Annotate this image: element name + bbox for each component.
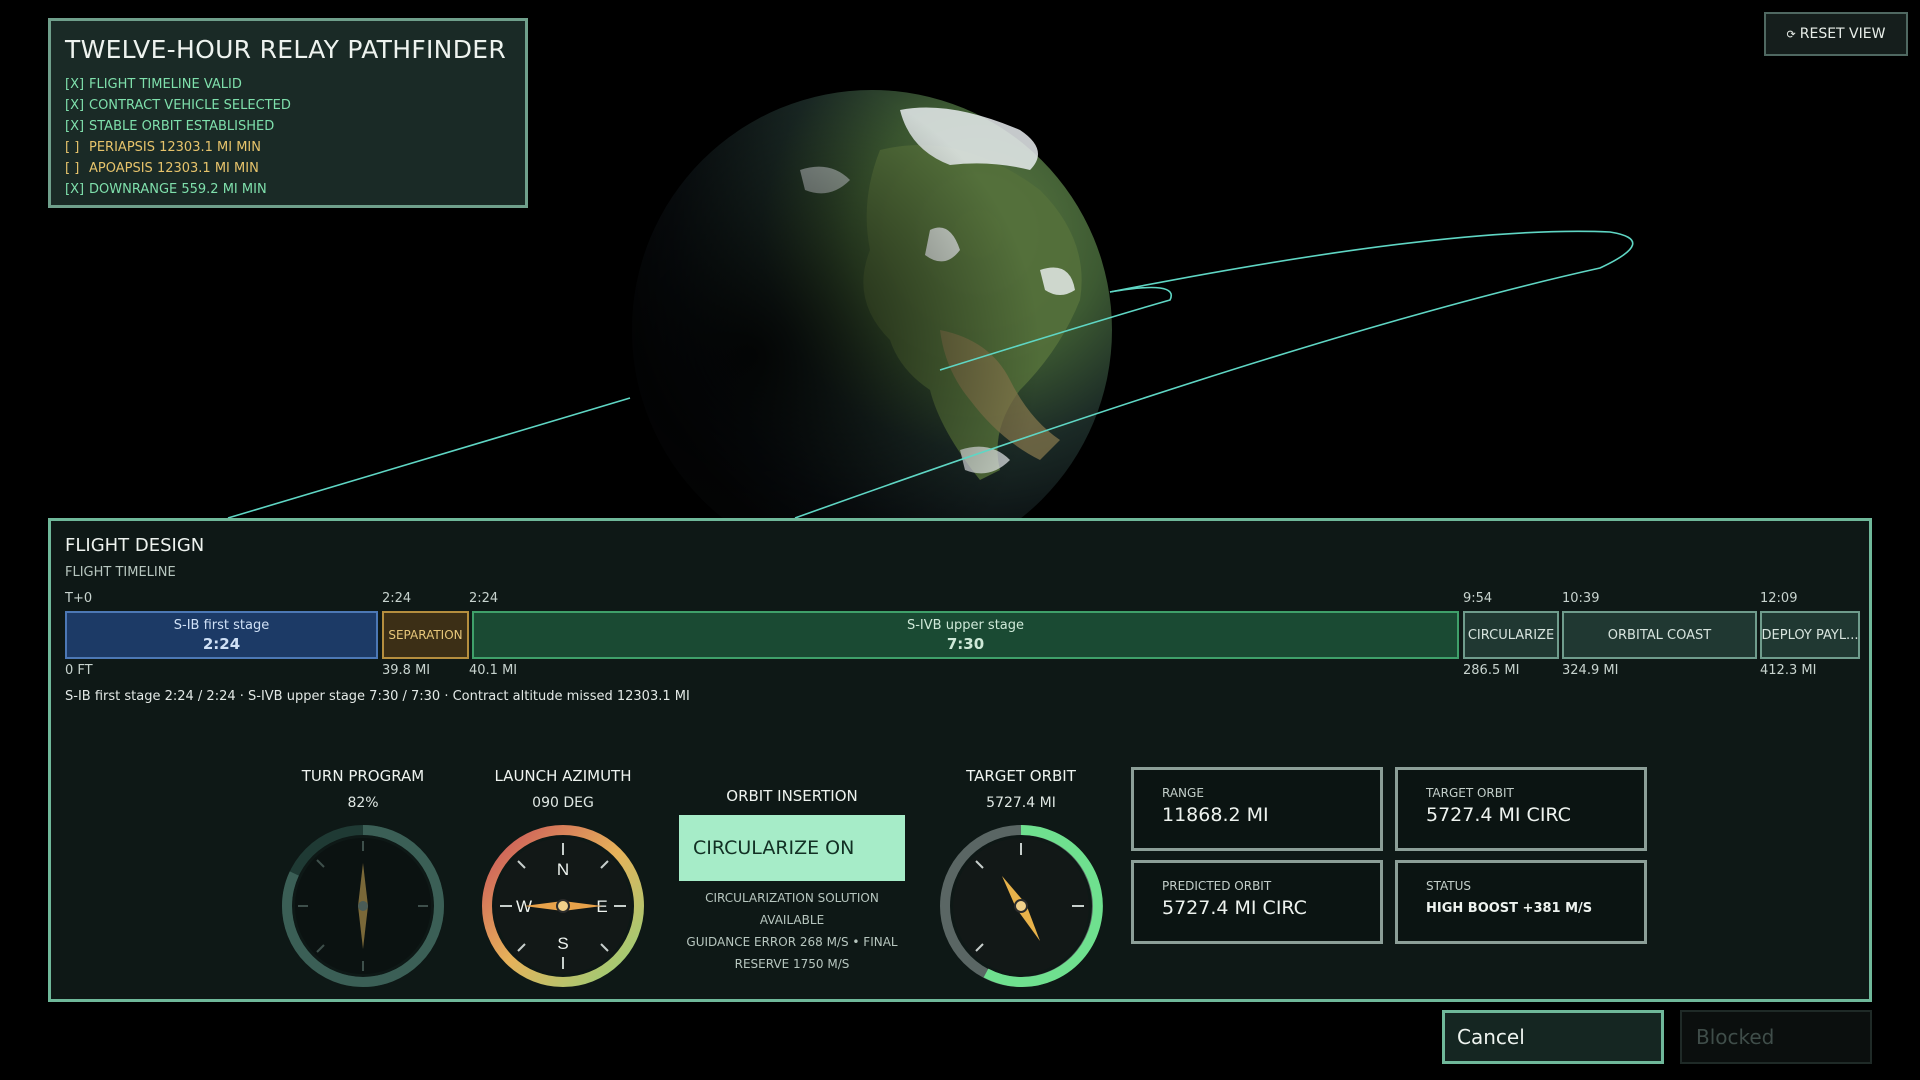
info-label: STATUS [1426,879,1472,893]
checkbox-mark: [X] [65,77,85,92]
checklist-item: [ ] PERIAPSIS 12303.1 MI MIN [65,137,511,158]
status-readout: STATUS HIGH BOOST +381 M/S [1395,860,1647,944]
azimuth-compass[interactable]: N E S W [478,821,648,991]
info-value: 5727.4 MI CIRC [1162,897,1307,919]
reset-view-label: RESET VIEW [1799,26,1886,42]
launch-azimuth-gauge[interactable]: LAUNCH AZIMUTH 090 DEG N E S W [473,767,653,991]
segment-altitude: 39.8 MI [382,663,431,678]
segment-altitude: 0 FT [65,663,93,678]
flight-design-panel: FLIGHT DESIGN FLIGHT TIMELINE T+0 2:24 2… [48,518,1872,1002]
predicted-orbit-readout: PREDICTED ORBIT 5727.4 MI CIRC [1131,860,1383,944]
gauge-title: LAUNCH AZIMUTH [494,767,632,785]
gauge-title: TURN PROGRAM [301,767,425,785]
timeline-segment-upper-stage[interactable]: S-IVB upper stage 7:30 [472,611,1459,659]
turn-program-gauge[interactable]: TURN PROGRAM 82% [273,767,453,991]
segment-start-time: 2:24 [382,591,412,606]
timeline-segment-first-stage[interactable]: S-IB first stage 2:24 [65,611,378,659]
refresh-icon: ⟳ [1786,27,1796,41]
reset-view-button[interactable]: ⟳ RESET VIEW [1764,12,1908,56]
segment-name: CIRCULARIZE [1467,627,1555,643]
orbit-note-line: AVAILABLE [759,913,825,927]
checkbox-mark: [ ] [65,161,80,176]
segment-name: S-IVB upper stage [906,617,1025,633]
timeline-segment-separation[interactable]: SEPARATION [382,611,469,659]
checklist-item: [X] STABLE ORBIT ESTABLISHED [65,116,511,137]
checklist-item: [X] CONTRACT VEHICLE SELECTED [65,95,511,116]
orbit-note-line: RESERVE 1750 M/S [734,957,850,971]
info-value: 11868.2 MI [1162,804,1269,826]
gauge-value: 82% [347,795,379,811]
compass-south: S [557,934,568,953]
gauge-title: TARGET ORBIT [966,767,1076,785]
info-label: PREDICTED ORBIT [1162,879,1272,893]
segment-start-time: 2:24 [469,591,499,606]
orbit-insertion-title: ORBIT INSERTION [726,787,858,805]
segment-name: S-IB first stage [173,617,270,633]
gauge-value: 5727.4 MI [986,795,1056,811]
gauge-value: 090 DEG [532,795,594,811]
segment-altitude: 286.5 MI [1463,663,1520,678]
checklist-item-label: STABLE ORBIT ESTABLISHED [89,119,275,134]
contract-title: TWELVE-HOUR RELAY PATHFINDER [65,35,507,64]
checklist-item-label: APOAPSIS 12303.1 MI MIN [89,161,259,176]
checkbox-mark: [X] [65,98,85,113]
checklist-item: [X] FLIGHT TIMELINE VALID [65,74,511,95]
contract-checklist-panel: TWELVE-HOUR RELAY PATHFINDER [X] FLIGHT T… [48,18,528,208]
checklist-item: [X] DOWNRANGE 559.2 MI MIN [65,179,511,200]
target-orbit-gauge[interactable]: TARGET ORBIT 5727.4 MI [931,767,1111,991]
info-label: TARGET ORBIT [1426,786,1514,800]
info-label: RANGE [1162,786,1204,800]
turn-program-dial[interactable] [278,821,448,991]
checkbox-mark: [ ] [65,140,80,155]
flight-timeline-label: FLIGHT TIMELINE [65,565,176,580]
range-readout: RANGE 11868.2 MI [1131,767,1383,851]
segment-start-time: T+0 [65,591,93,606]
checklist-item-label: FLIGHT TIMELINE VALID [89,77,242,92]
compass-north: N [557,860,569,879]
timeline-summary: S-IB first stage 2:24 / 2:24 · S-IVB upp… [65,689,690,704]
segment-start-time: 12:09 [1760,591,1798,606]
info-value: 5727.4 MI CIRC [1426,804,1571,826]
blocked-button: Blocked [1680,1010,1872,1064]
segment-name: DEPLOY PAYL... [1761,627,1859,643]
circularize-toggle-button[interactable]: CIRCULARIZE ON [679,815,905,881]
segment-duration: 7:30 [946,634,985,653]
segment-altitude: 40.1 MI [469,663,518,678]
segment-name: ORBITAL COAST [1607,627,1712,643]
checklist-items: [X] FLIGHT TIMELINE VALID [X] CONTRACT VEHI… [65,74,511,200]
segment-duration: 2:24 [202,634,241,653]
checklist-item-label: PERIAPSIS 12303.1 MI MIN [89,140,261,155]
timeline-segment-circularize[interactable]: CIRCULARIZE [1463,611,1559,659]
orbit-note-line: GUIDANCE ERROR 268 M/S • FINAL [686,935,898,949]
earth-globe [632,90,1112,570]
target-orbit-dial[interactable] [936,821,1106,991]
checkbox-mark: [X] [65,119,85,134]
checklist-item-label: DOWNRANGE 559.2 MI MIN [89,182,267,197]
target-orbit-readout: TARGET ORBIT 5727.4 MI CIRC [1395,767,1647,851]
segment-name: SEPARATION [388,628,463,642]
checklist-item-label: CONTRACT VEHICLE SELECTED [89,98,291,113]
orbit-insertion-section: ORBIT INSERTION CIRCULARIZE ON CIRCULARI… [679,787,905,975]
flight-design-title: FLIGHT DESIGN [65,535,205,556]
segment-altitude: 412.3 MI [1760,663,1817,678]
info-value: HIGH BOOST +381 M/S [1426,901,1593,916]
segment-start-time: 9:54 [1463,591,1493,606]
segment-start-time: 10:39 [1562,591,1600,606]
orbit-insertion-note: CIRCULARIZATION SOLUTION AVAILABLE GUIDA… [679,887,905,975]
checklist-item: [ ] APOAPSIS 12303.1 MI MIN [65,158,511,179]
cancel-button[interactable]: Cancel [1442,1010,1664,1064]
orbit-note-line: CIRCULARIZATION SOLUTION [705,891,879,905]
timeline-segment-orbital-coast[interactable]: ORBITAL COAST [1562,611,1757,659]
segment-altitude: 324.9 MI [1562,663,1619,678]
checkbox-mark: [X] [65,182,85,197]
timeline-segment-deploy-payload[interactable]: DEPLOY PAYL... [1760,611,1860,659]
